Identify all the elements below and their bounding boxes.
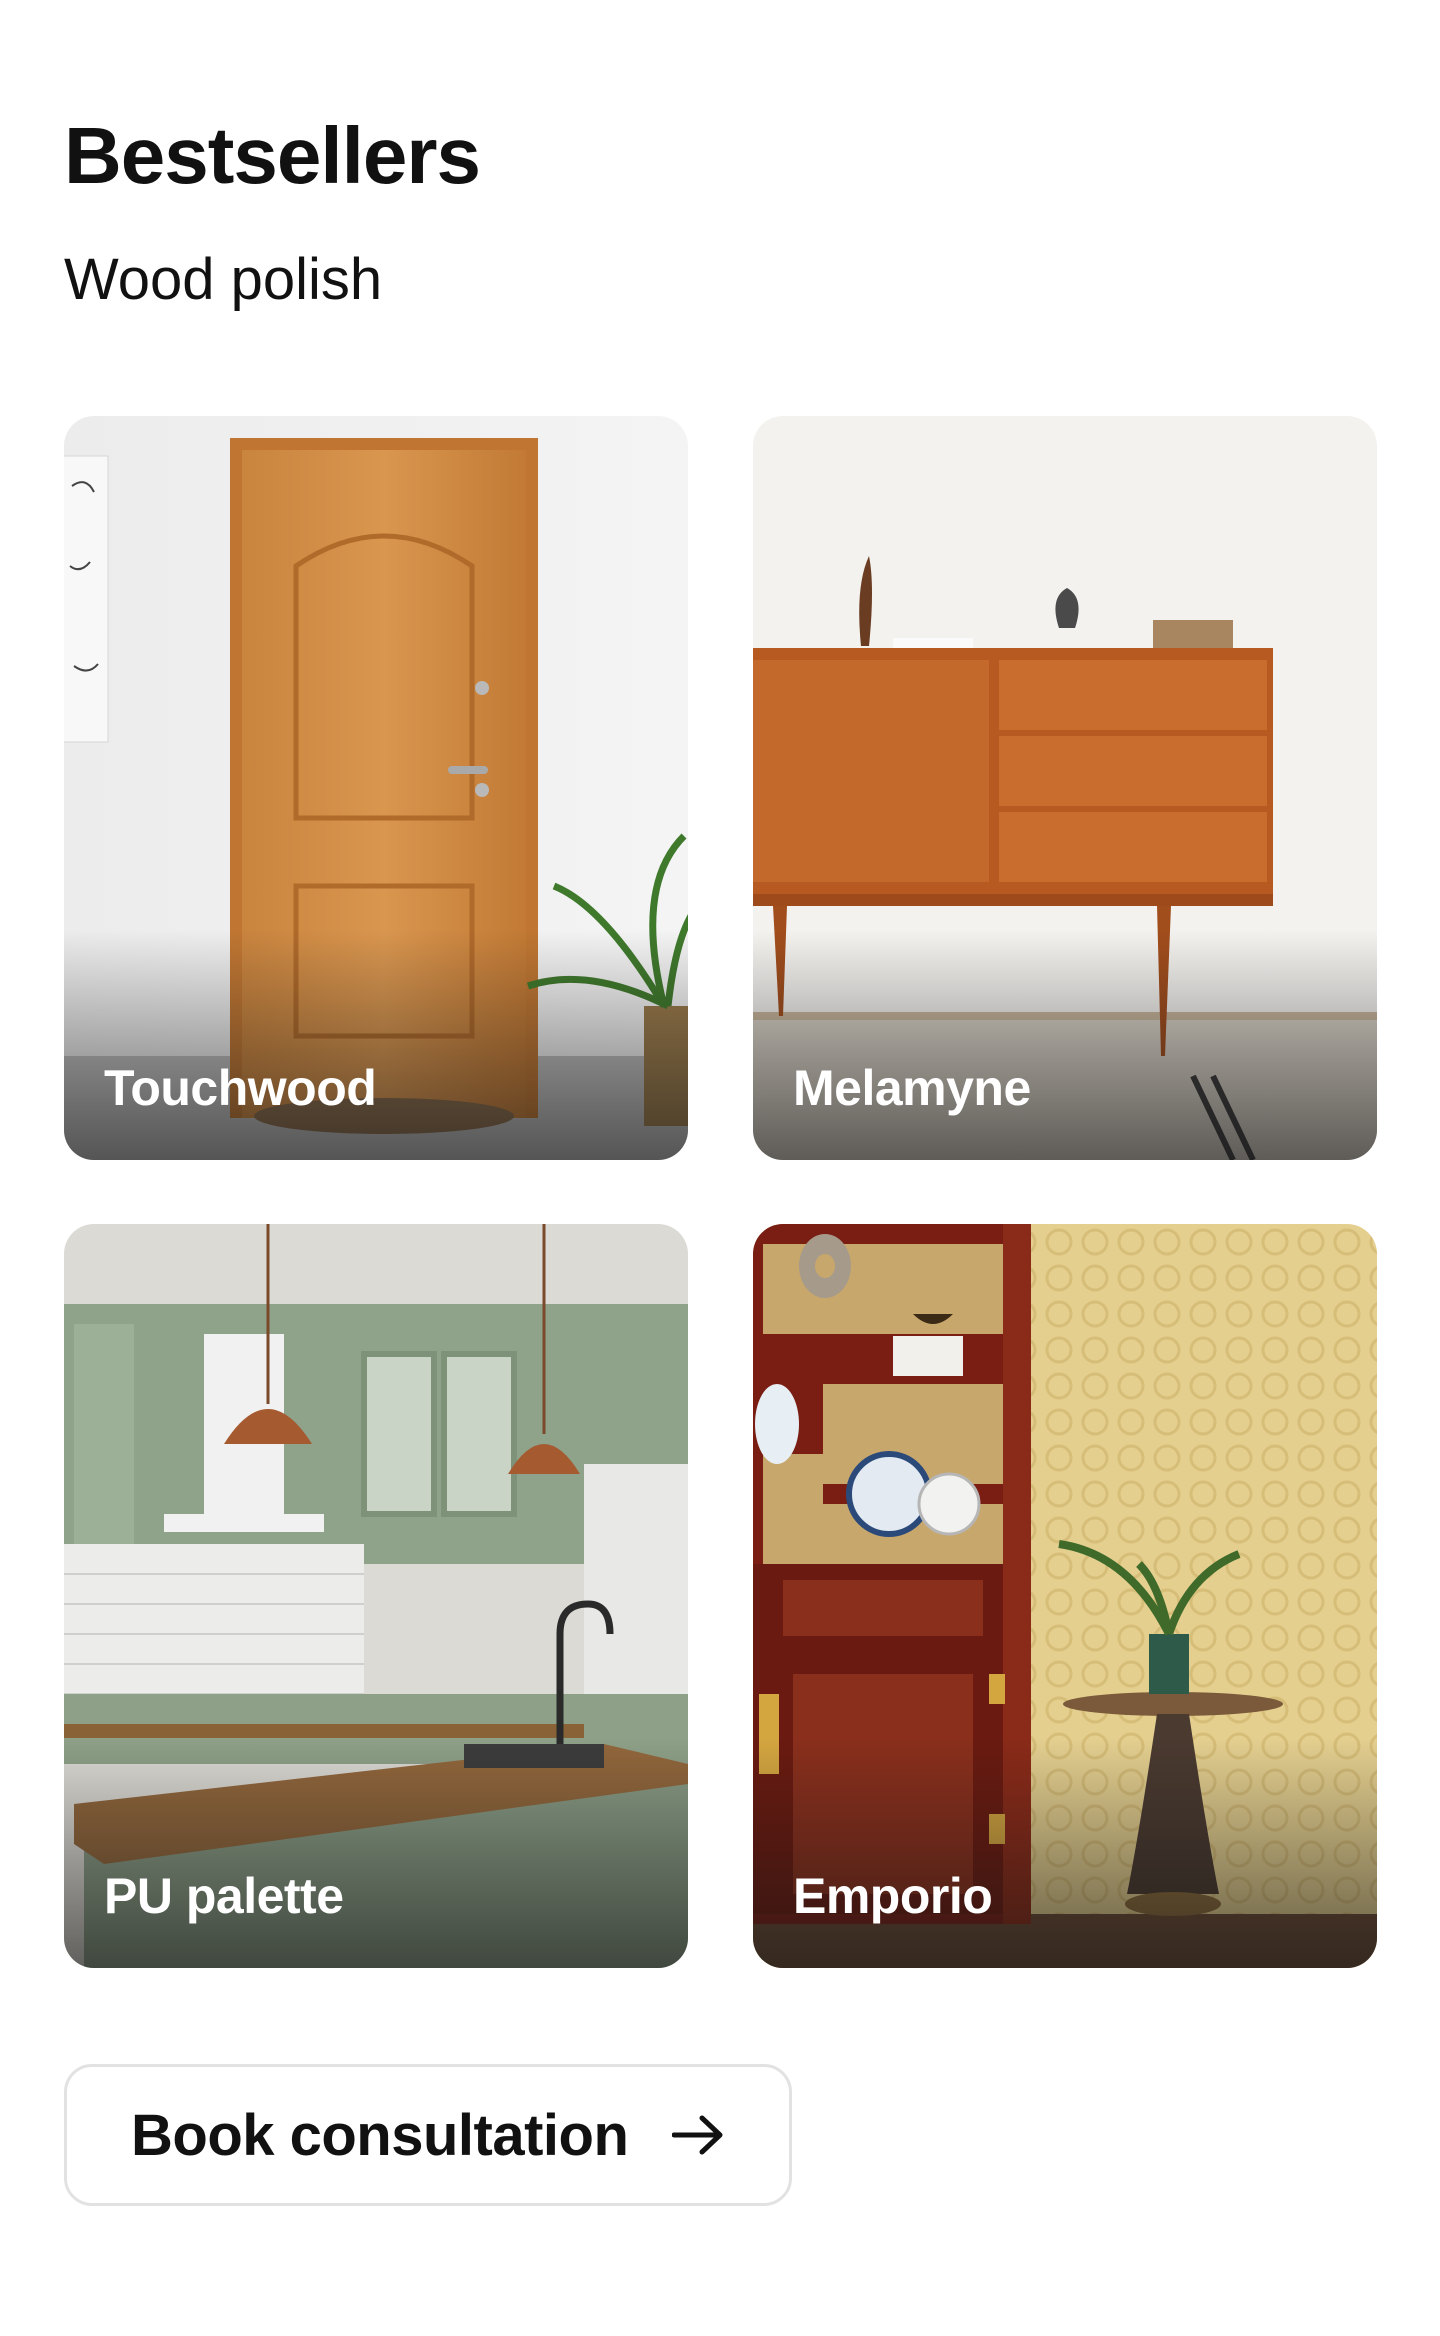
- product-card-touchwood[interactable]: Touchwood: [64, 416, 688, 1160]
- product-label: Emporio: [793, 1868, 993, 1924]
- category-subtitle: Wood polish: [64, 247, 383, 312]
- product-card-pu-palette[interactable]: PU palette: [64, 1224, 688, 1968]
- product-grid: Touchwood Melamyne PU palette Emporio: [64, 416, 1377, 1968]
- product-card-melamyne[interactable]: Melamyne: [753, 416, 1377, 1160]
- book-consultation-label: Book consultation: [131, 2102, 629, 2168]
- card-overlay: [64, 1738, 688, 1968]
- book-consultation-button[interactable]: Book consultation: [64, 2064, 792, 2206]
- arrow-right-icon: [672, 2115, 723, 2155]
- product-label: PU palette: [104, 1868, 344, 1924]
- card-overlay: [753, 1738, 1377, 1968]
- product-label: Melamyne: [793, 1060, 1031, 1116]
- product-card-emporio[interactable]: Emporio: [753, 1224, 1377, 1968]
- product-label: Touchwood: [104, 1060, 377, 1116]
- card-overlay: [753, 930, 1377, 1160]
- card-overlay: [64, 930, 688, 1160]
- page-title: Bestsellers: [64, 111, 481, 200]
